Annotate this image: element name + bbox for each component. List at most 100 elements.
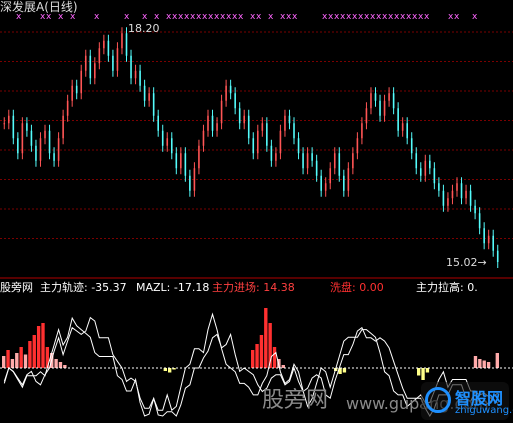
candle-body <box>284 116 286 131</box>
indicator-bar <box>59 362 62 368</box>
candle-body <box>289 116 291 124</box>
candle-body <box>89 56 91 79</box>
marker-x: x <box>292 12 298 22</box>
indicator-bar <box>28 341 31 368</box>
candle-body <box>185 153 187 176</box>
marker-x: x <box>268 12 274 22</box>
candle-body <box>166 138 168 146</box>
candle-body <box>139 71 141 86</box>
indicator-bar <box>426 368 429 373</box>
window-title: 深发展A(日线) <box>0 1 78 14</box>
candle-body <box>483 228 485 243</box>
candle-body <box>411 138 413 153</box>
candle-body <box>447 198 449 206</box>
candle-body <box>420 168 422 176</box>
candle-body <box>203 131 205 146</box>
indicator-bar <box>24 355 27 369</box>
candle-body <box>135 71 137 79</box>
candle-body <box>225 86 227 101</box>
candle-body <box>402 123 404 131</box>
candle-body <box>275 153 277 161</box>
candle-body <box>3 123 5 124</box>
candle-body <box>117 48 119 71</box>
candle-body <box>234 93 236 108</box>
candle-body <box>375 93 377 101</box>
candle-body <box>252 138 254 153</box>
logo-icon <box>425 387 451 413</box>
candle-body <box>180 153 182 168</box>
indicator-bar <box>496 353 499 368</box>
indicator-bar <box>33 335 36 368</box>
high-price-label: 18.20 <box>128 22 160 35</box>
candle-body <box>325 183 327 191</box>
candle-body <box>425 161 427 176</box>
indicator-bar <box>417 368 420 376</box>
marker-x: x <box>256 12 262 22</box>
candle-body <box>198 146 200 169</box>
candle-body <box>492 236 494 251</box>
indicator-bar <box>19 347 22 368</box>
indicator-bar <box>41 323 44 368</box>
candle-body <box>94 63 96 78</box>
candle-body <box>71 86 73 101</box>
indicator-bar <box>343 368 346 373</box>
candle-body <box>271 146 273 161</box>
candle-body <box>216 123 218 131</box>
candle-body <box>384 101 386 116</box>
candle-body <box>26 123 28 131</box>
indicator-bar <box>483 361 486 369</box>
candle-body <box>311 153 313 161</box>
indicator-bar <box>251 350 254 368</box>
candle-body <box>393 93 395 108</box>
indicator-label-wash: 洗盘: 0.00 <box>330 281 384 294</box>
candle-body <box>443 191 445 206</box>
candle-body <box>307 153 309 168</box>
candle-body <box>40 138 42 161</box>
candle-body <box>461 183 463 198</box>
candle-body <box>456 183 458 191</box>
marker-x: x <box>472 12 478 22</box>
candle-body <box>176 153 178 168</box>
indicator-bar <box>255 344 258 368</box>
candle-body <box>434 168 436 183</box>
marker-x: x <box>238 12 244 22</box>
indicator-bar <box>168 368 171 373</box>
candle-body <box>343 176 345 191</box>
marker-x: x <box>154 12 160 22</box>
candle-body <box>35 146 37 161</box>
candle-body <box>44 131 46 139</box>
candle-body <box>302 153 304 168</box>
candle-body <box>352 153 354 168</box>
candle-body <box>465 191 467 199</box>
candle-body <box>80 71 82 94</box>
candle-body <box>126 33 128 56</box>
candle-body <box>262 123 264 131</box>
indicator-label-pull: 主力拉高: 0. <box>416 281 478 294</box>
indicator-bar <box>474 356 477 368</box>
candle-body <box>329 168 331 183</box>
candle-body <box>415 153 417 168</box>
candle-body <box>17 138 19 153</box>
candle-body <box>470 191 472 206</box>
candle-body <box>194 168 196 191</box>
candle-body <box>357 138 359 153</box>
marker-x: x <box>142 12 148 22</box>
candle-body <box>429 161 431 169</box>
candle-body <box>338 153 340 176</box>
candle-body <box>112 56 114 71</box>
indicator-bar <box>478 359 481 368</box>
marker-x: x <box>124 12 130 22</box>
candle-body <box>67 101 69 116</box>
candle-body <box>438 183 440 191</box>
candle-body <box>348 168 350 191</box>
candle-body <box>361 123 363 138</box>
candle-body <box>31 131 33 146</box>
candle-body <box>207 116 209 131</box>
candle-body <box>153 93 155 116</box>
candle-body <box>474 206 476 214</box>
indicator-bar <box>37 326 40 368</box>
candle-body <box>62 116 64 139</box>
candle-body <box>53 153 55 161</box>
indicator-label-source: 股旁网 <box>0 281 33 294</box>
indicator-bar <box>421 368 424 380</box>
